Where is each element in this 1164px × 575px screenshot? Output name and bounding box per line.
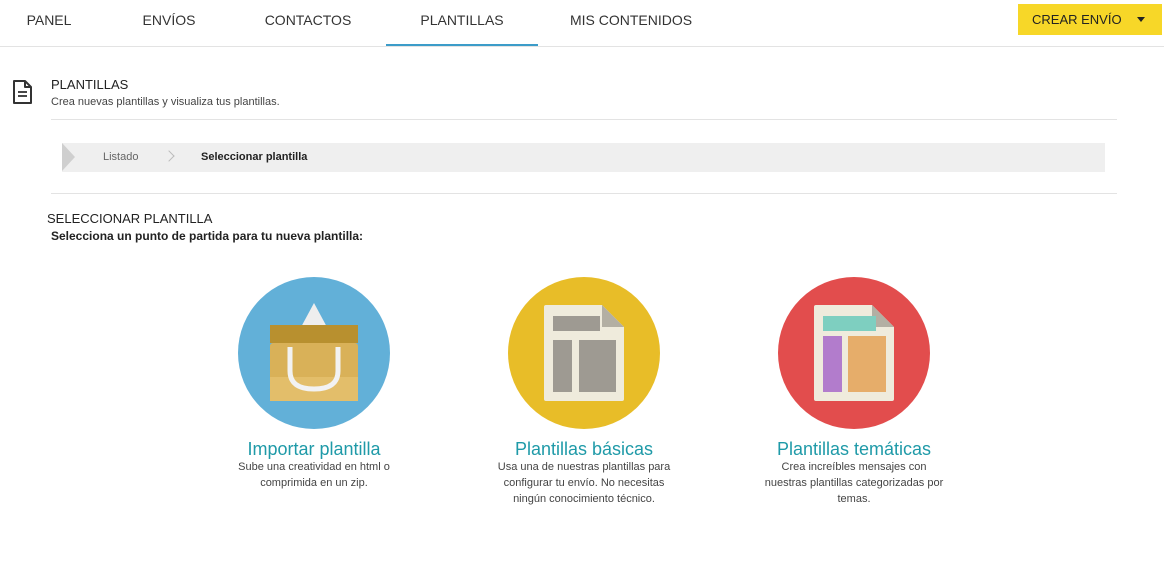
option-description-line: ningún conocimiento técnico. bbox=[513, 493, 655, 505]
upload-box-icon bbox=[270, 303, 358, 401]
option-description: Sube una creatividad en html o comprimid… bbox=[211, 459, 417, 491]
option-title[interactable]: Plantillas temáticas bbox=[734, 439, 974, 460]
themed-template-icon bbox=[814, 305, 894, 401]
tab-contactos[interactable]: CONTACTOS bbox=[254, 0, 362, 46]
option-title[interactable]: Importar plantilla bbox=[194, 439, 434, 460]
option-description-line: comprimida en un zip. bbox=[260, 477, 368, 489]
option-basic-templates[interactable]: Plantillas básicas Usa una de nuestras p… bbox=[464, 277, 704, 517]
option-themed-templates[interactable]: Plantillas temáticas Crea increíbles men… bbox=[734, 277, 974, 517]
create-send-label: CREAR ENVÍO bbox=[1032, 12, 1122, 27]
document-icon bbox=[13, 80, 32, 104]
option-import-template[interactable]: Importar plantilla Sube una creatividad … bbox=[194, 277, 434, 517]
top-nav: PANEL ENVÍOS CONTACTOS PLANTILLAS MIS CO… bbox=[0, 0, 1164, 47]
tab-mis-contenidos[interactable]: MIS CONTENIDOS bbox=[560, 0, 702, 46]
section-title: SELECCIONAR PLANTILLA bbox=[47, 211, 213, 226]
option-description: Usa una de nuestras plantillas para conf… bbox=[478, 459, 690, 507]
breadcrumb: Listado Seleccionar plantilla bbox=[62, 143, 1105, 172]
basic-circle bbox=[508, 277, 660, 429]
themed-circle bbox=[778, 277, 930, 429]
option-description-line: temas. bbox=[837, 493, 871, 505]
tab-plantillas[interactable]: PLANTILLAS bbox=[386, 0, 538, 46]
page-subtitle: Crea nuevas plantillas y visualiza tus p… bbox=[51, 96, 280, 108]
section-subtitle: Selecciona un punto de partida para tu n… bbox=[51, 229, 364, 243]
header-divider bbox=[51, 119, 1117, 120]
tab-panel[interactable]: PANEL bbox=[14, 0, 84, 46]
breadcrumb-item-listado[interactable]: Listado bbox=[103, 151, 138, 163]
option-description: Crea increíbles mensajes con nuestras pl… bbox=[748, 459, 960, 507]
basic-template-icon bbox=[544, 305, 624, 401]
option-title[interactable]: Plantillas básicas bbox=[464, 439, 704, 460]
breadcrumb-divider bbox=[51, 193, 1117, 194]
option-description-line: Crea increíbles mensajes con bbox=[781, 461, 927, 473]
tab-envios[interactable]: ENVÍOS bbox=[130, 0, 208, 46]
page-title: PLANTILLAS bbox=[51, 77, 129, 92]
breadcrumb-start-icon bbox=[62, 143, 75, 171]
option-description-line: Sube una creatividad en html o bbox=[238, 461, 390, 473]
caret-down-icon[interactable] bbox=[1137, 17, 1145, 22]
import-circle bbox=[238, 277, 390, 429]
option-description-line: nuestras plantillas categorizadas por bbox=[764, 477, 944, 489]
option-description-line: configurar tu envío. No necesitas bbox=[503, 477, 665, 489]
option-description-line: Usa una de nuestras plantillas para bbox=[497, 461, 671, 473]
breadcrumb-item-current: Seleccionar plantilla bbox=[201, 151, 308, 163]
chevron-right-icon bbox=[163, 150, 175, 162]
create-send-button[interactable]: CREAR ENVÍO bbox=[1018, 4, 1162, 35]
